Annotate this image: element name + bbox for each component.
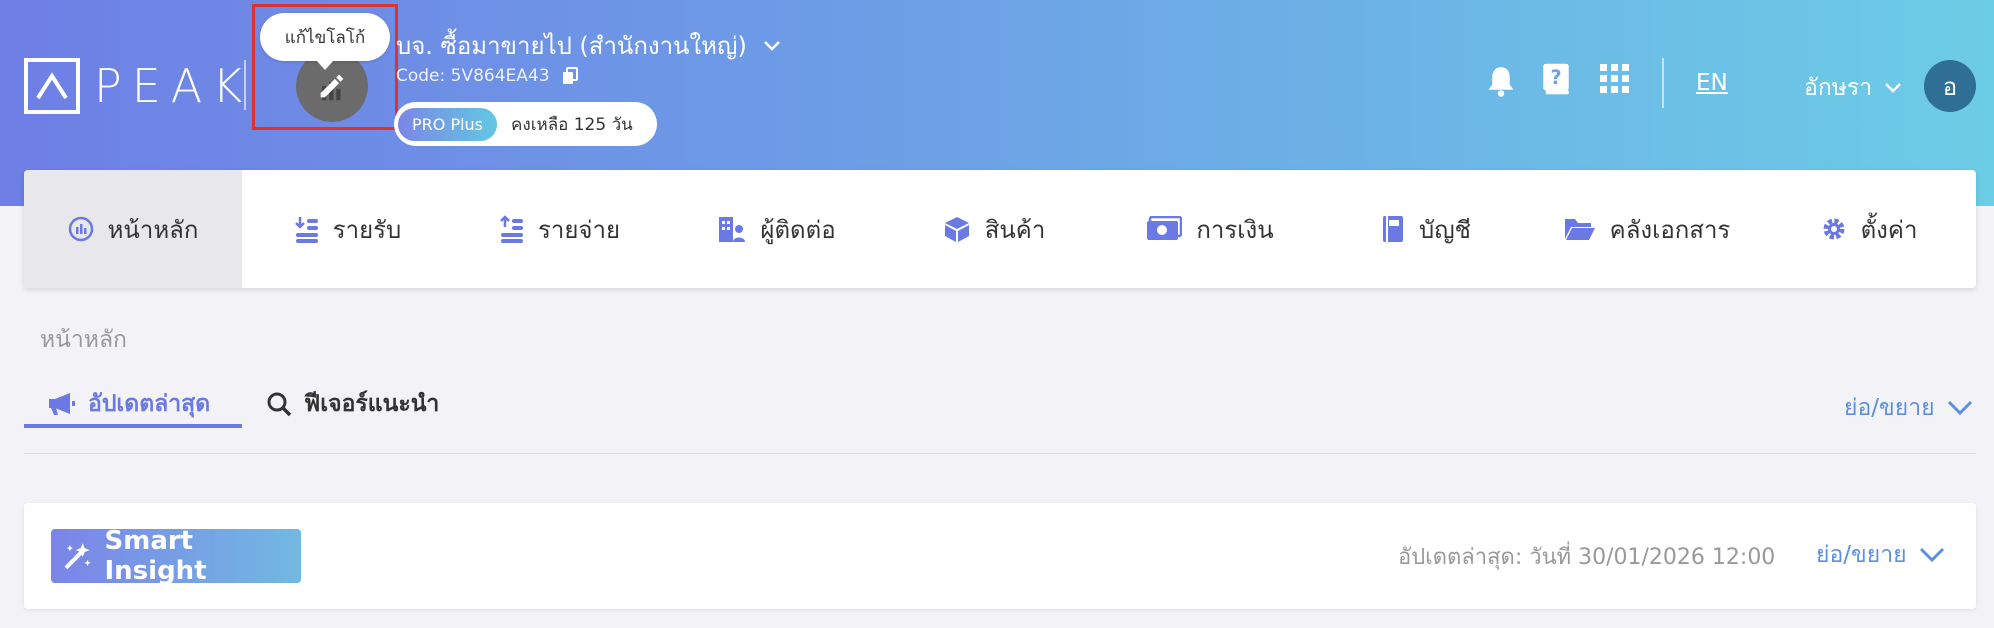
collapse-label: ย่อ/ขยาย	[1816, 542, 1907, 568]
nav-item-income[interactable]: รายรับ	[242, 170, 454, 288]
tab-recommended-features[interactable]: ฟีเจอร์แนะนำ	[266, 380, 439, 428]
contacts-icon	[719, 217, 746, 242]
bell-icon[interactable]	[1486, 64, 1516, 98]
chevron-down-icon	[763, 40, 780, 51]
nav-label: คลังเอกสาร	[1609, 215, 1731, 244]
nav-item-products[interactable]: สินค้า	[888, 170, 1100, 288]
plan-badge: PRO Plus	[398, 107, 498, 141]
nav-label: รายรับ	[332, 215, 402, 244]
card-collapse-toggle[interactable]: ย่อ/ขยาย	[1816, 537, 1945, 573]
edit-logo-tooltip: แก้ไขโลโก้	[260, 13, 390, 70]
plan-pill[interactable]: PRO Plus คงเหลือ 125 วัน	[394, 102, 657, 146]
plan-remaining: คงเหลือ 125 วัน	[511, 114, 633, 135]
tab-label: อัปเดตล่าสุด	[88, 391, 211, 417]
gear-icon	[1823, 218, 1845, 240]
money-icon	[1147, 216, 1183, 240]
nav-item-settings[interactable]: ตั้งค่า	[1762, 170, 1976, 288]
nav-item-documents[interactable]: คลังเอกสาร	[1532, 170, 1762, 288]
product-box-icon	[944, 217, 969, 242]
nav-item-contacts[interactable]: ผู้ติดต่อ	[666, 170, 888, 288]
tab-latest-updates[interactable]: อัปเดตล่าสุด	[48, 380, 210, 428]
income-icon	[294, 217, 318, 243]
nav-label: บัญชี	[1419, 215, 1471, 244]
language-switch[interactable]: EN	[1696, 70, 1728, 96]
peak-logo[interactable]: PEAK	[24, 57, 252, 115]
edit-pencil-icon	[320, 74, 344, 101]
magic-wand-icon	[64, 543, 91, 570]
expense-icon	[500, 215, 523, 243]
chevron-down-icon	[1885, 83, 1902, 93]
nav-item-finance[interactable]: การเงิน	[1100, 170, 1320, 288]
nav-item-expense[interactable]: รายจ่าย	[454, 170, 666, 288]
company-code: Code: 5V864EA43	[396, 66, 550, 86]
logo-mark	[24, 58, 80, 114]
nav-item-accounting[interactable]: บัญชี	[1320, 170, 1532, 288]
dashboard-icon	[68, 216, 93, 242]
nav-label: หน้าหลัก	[107, 215, 199, 244]
company-code-row: Code: 5V864EA43	[396, 66, 578, 86]
nav-label: ผู้ติดต่อ	[760, 215, 836, 244]
user-menu[interactable]: อักษรา	[1804, 70, 1902, 106]
user-name: อักษรา	[1804, 75, 1873, 101]
help-book-icon[interactable]: ?	[1542, 62, 1570, 96]
company-selector[interactable]: บจ. ซื้อมาขายไป (สำนักงานใหญ่)	[396, 26, 781, 65]
chevron-down-icon	[1947, 400, 1972, 416]
avatar[interactable]: อ	[1924, 60, 1976, 112]
megaphone-icon	[49, 393, 75, 415]
smart-insight-button[interactable]: Smart Insight	[51, 526, 301, 586]
breadcrumb: หน้าหลัก	[40, 327, 127, 353]
ledger-book-icon	[1383, 216, 1403, 242]
folder-icon	[1564, 219, 1595, 240]
smart-insight-label: Smart Insight	[104, 526, 207, 586]
tab-label: ฟีเจอร์แนะนำ	[304, 391, 440, 417]
last-updated-text: อัปเดตล่าสุด: วันที่ 30/01/2026 12:00	[1398, 545, 1776, 570]
copy-icon[interactable]	[562, 67, 578, 85]
nav-label: การเงิน	[1196, 215, 1274, 244]
active-tab-indicator	[24, 424, 242, 428]
topbar-divider	[1662, 58, 1664, 108]
header-divider	[244, 60, 246, 110]
company-name: บจ. ซื้อมาขายไป (สำนักงานใหญ่)	[396, 32, 747, 60]
chevron-down-icon	[1919, 547, 1944, 563]
svg-text:?: ?	[1550, 66, 1561, 89]
collapse-label: ย่อ/ขยาย	[1844, 395, 1935, 421]
logo-text: PEAK	[94, 59, 253, 113]
search-icon	[267, 392, 292, 417]
nav-label: รายจ่าย	[537, 215, 621, 244]
nav-item-home[interactable]: หน้าหลัก	[24, 170, 242, 288]
smart-insight-card: Smart Insight อัปเดตล่าสุด: วันที่ 30/01…	[24, 503, 1976, 609]
main-nav: หน้าหลัก รายรับ รายจ่าย ผู้ติดต่อ สินค้า…	[24, 170, 1976, 288]
collapse-toggle[interactable]: ย่อ/ขยาย	[1844, 390, 1973, 426]
tab-bar: อัปเดตล่าสุด ฟีเจอร์แนะนำ ย่อ/ขยาย	[24, 380, 1976, 454]
apps-grid-icon[interactable]	[1600, 64, 1630, 94]
nav-label: สินค้า	[984, 215, 1046, 244]
nav-label: ตั้งค่า	[1860, 215, 1918, 244]
